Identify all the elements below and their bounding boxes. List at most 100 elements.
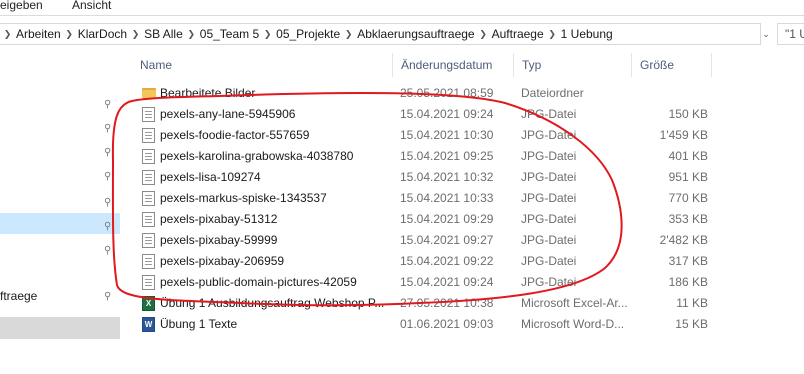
ribbon-tab-view[interactable]: Ansicht	[72, 0, 111, 12]
column-header-type[interactable]: Typ	[522, 52, 541, 78]
nav-item-selected[interactable]	[0, 213, 120, 234]
ribbon-tab-share[interactable]: eigeben	[0, 0, 43, 12]
file-type: Microsoft Word-D...	[521, 317, 625, 331]
breadcrumb-item[interactable]: SB Alle	[144, 27, 183, 41]
file-date: 15.04.2021 09:22	[400, 254, 494, 268]
chevron-right-icon: ❯	[548, 28, 556, 39]
file-name: pexels-lisa-109274	[160, 170, 261, 184]
table-row[interactable]: pexels-lisa-109274 15.04.2021 10:32 JPG-Da…	[120, 167, 804, 188]
nav-item-label[interactable]: ftraege	[0, 289, 37, 303]
file-name: Übung 1 Ausbildungsauftrag Webshop P...	[160, 296, 385, 310]
file-date: 27.05.2021 10:38	[400, 296, 494, 310]
word-file-icon: W	[142, 317, 155, 332]
jpg-file-icon	[142, 191, 155, 206]
address-history-dropdown[interactable]: ⌄	[758, 23, 774, 45]
jpg-file-icon	[142, 149, 155, 164]
column-header-date[interactable]: Änderungsdatum	[401, 52, 492, 78]
file-date: 15.04.2021 09:24	[400, 275, 494, 289]
file-size: 11 KB	[676, 296, 708, 310]
breadcrumb-item[interactable]: Abklaerungsauftraege	[357, 27, 474, 41]
file-type: JPG-Datei	[521, 128, 577, 142]
file-name: pexels-pixabay-206959	[160, 254, 285, 268]
breadcrumb-item[interactable]: KlarDoch	[78, 27, 127, 41]
breadcrumb-item[interactable]: Arbeiten	[16, 27, 61, 41]
column-divider[interactable]	[711, 53, 712, 77]
search-input[interactable]: "1 U	[777, 23, 804, 45]
column-divider[interactable]	[513, 53, 514, 77]
jpg-file-icon	[142, 128, 155, 143]
file-size: 401 KB	[668, 149, 708, 163]
table-row[interactable]: pexels-markus-spiske-1343537 15.04.2021 1…	[120, 188, 804, 209]
table-row[interactable]: W Übung 1 Texte 01.06.2021 09:03 Microsoft …	[120, 314, 804, 335]
file-type: JPG-Datei	[521, 107, 577, 121]
file-date: 15.04.2021 10:33	[400, 191, 494, 205]
breadcrumb-item[interactable]: 05_Team 5	[200, 27, 259, 41]
column-header-size[interactable]: Größe	[640, 52, 674, 78]
file-type: JPG-Datei	[521, 170, 577, 184]
pin-icon[interactable]: ⚲	[104, 148, 114, 158]
file-size: 951 KB	[668, 170, 708, 184]
file-name: Bearbeitete Bilder	[160, 86, 256, 100]
file-type: JPG-Datei	[521, 212, 577, 226]
file-date: 15.04.2021 10:32	[400, 170, 494, 184]
breadcrumb-item[interactable]: 05_Projekte	[276, 27, 340, 41]
breadcrumb-item[interactable]: Auftraege	[492, 27, 544, 41]
folder-icon	[142, 88, 156, 99]
jpg-file-icon	[142, 275, 155, 290]
excel-file-icon: X	[142, 296, 155, 311]
jpg-file-icon	[142, 233, 155, 248]
column-divider[interactable]	[631, 53, 632, 77]
file-date: 25.05.2021 08:59	[400, 86, 494, 100]
table-row[interactable]: pexels-any-lane-5945906 15.04.2021 09:24 J…	[120, 104, 804, 125]
file-type: Microsoft Excel-Ar...	[521, 296, 628, 310]
jpg-file-icon	[142, 170, 155, 185]
file-name: pexels-any-lane-5945906	[160, 107, 296, 121]
file-type: JPG-Datei	[521, 233, 577, 247]
chevron-right-icon: ❯	[263, 28, 272, 39]
file-size: 353 KB	[668, 212, 708, 226]
file-name: pexels-markus-spiske-1343537	[160, 191, 327, 205]
file-name: pexels-foodie-factor-557659	[160, 128, 310, 142]
table-row[interactable]: X Übung 1 Ausbildungsauftrag Webshop P...…	[120, 293, 804, 314]
file-name: pexels-karolina-grabowska-4038780	[160, 149, 354, 163]
file-size: 770 KB	[668, 191, 708, 205]
file-size	[640, 83, 708, 104]
breadcrumb-item[interactable]: 1 Uebung	[561, 27, 613, 41]
file-size: 2'482 KB	[659, 233, 708, 247]
pin-icon[interactable]: ⚲	[104, 100, 114, 110]
file-size: 1'459 KB	[659, 128, 708, 142]
pin-icon[interactable]: ⚲	[104, 222, 114, 232]
pin-icon[interactable]: ⚲	[104, 198, 114, 208]
pin-icon[interactable]: ⚲	[104, 124, 114, 134]
file-name: pexels-public-domain-pictures-42059	[160, 275, 357, 289]
table-row[interactable]: pexels-pixabay-59999 15.04.2021 09:27 JPG-…	[120, 230, 804, 251]
file-size: 15 KB	[675, 317, 708, 331]
file-date: 15.04.2021 10:30	[400, 128, 494, 142]
navigation-pane: ftraege ⚲ ⚲ ⚲ ⚲ ⚲ ⚲ ⚲ ⚲	[0, 52, 120, 374]
file-type: JPG-Datei	[521, 254, 577, 268]
chevron-right-icon: ❯	[479, 28, 487, 39]
column-divider[interactable]	[392, 53, 393, 77]
column-header-name[interactable]: Name	[140, 52, 172, 78]
file-type: Dateiordner	[521, 86, 584, 100]
table-row[interactable]: Bearbeitete Bilder 25.05.2021 08:59 Dateio…	[120, 83, 804, 104]
pin-icon[interactable]: ⚲	[104, 172, 114, 182]
table-row[interactable]: pexels-foodie-factor-557659 15.04.2021 10…	[120, 125, 804, 146]
pin-icon[interactable]: ⚲	[104, 292, 114, 302]
chevron-right-icon: ❯	[187, 28, 196, 39]
jpg-file-icon	[142, 254, 155, 269]
pin-icon[interactable]: ⚲	[104, 246, 114, 256]
table-row[interactable]: pexels-public-domain-pictures-42059 15.04…	[120, 272, 804, 293]
address-row: ❯ Arbeiten ❯ KlarDoch ❯ SB Alle ❯ 05_Tea…	[0, 16, 804, 52]
address-bar[interactable]: ❯ Arbeiten ❯ KlarDoch ❯ SB Alle ❯ 05_Tea…	[0, 23, 761, 45]
table-row[interactable]: pexels-pixabay-206959 15.04.2021 09:22 JPG…	[120, 251, 804, 272]
file-size: 317 KB	[668, 254, 708, 268]
file-type: JPG-Datei	[521, 275, 577, 289]
file-date: 15.04.2021 09:27	[400, 233, 494, 247]
file-size: 150 KB	[668, 107, 708, 121]
file-list: Name Änderungsdatum Typ Größe Bearbeitet…	[120, 52, 804, 374]
table-row[interactable]: pexels-karolina-grabowska-4038780 15.04.2…	[120, 146, 804, 167]
table-row[interactable]: pexels-pixabay-51312 15.04.2021 09:29 JPG-…	[120, 209, 804, 230]
nav-item-hover[interactable]	[0, 317, 120, 339]
file-date: 15.04.2021 09:25	[400, 149, 494, 163]
